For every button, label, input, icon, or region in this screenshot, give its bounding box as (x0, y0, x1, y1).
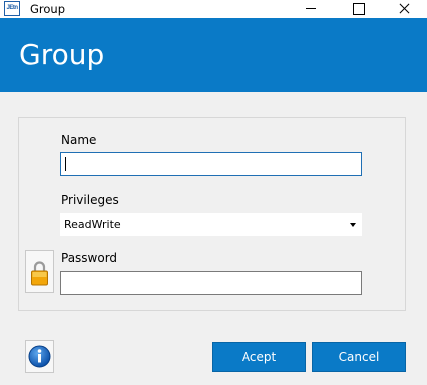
dropdown-arrow-icon[interactable] (350, 223, 356, 227)
text-caret (65, 157, 66, 171)
cancel-button[interactable]: Cancel (312, 342, 406, 372)
lock-icon (25, 250, 54, 293)
info-button[interactable] (25, 340, 54, 373)
window-title: Group (30, 2, 66, 16)
privileges-selected-value: ReadWrite (64, 218, 121, 231)
password-input[interactable] (60, 271, 362, 295)
name-label: Name (61, 133, 97, 147)
close-button[interactable] (381, 0, 427, 18)
minimize-button[interactable] (289, 0, 335, 18)
accept-button[interactable]: Acept (212, 342, 306, 372)
dialog-header: Group (0, 18, 427, 92)
password-label: Password (61, 251, 118, 265)
privileges-label: Privileges (61, 193, 119, 207)
title-bar: JEtn Group (0, 0, 427, 18)
privileges-select[interactable]: ReadWrite (60, 213, 362, 236)
info-icon (28, 345, 51, 368)
header-title: Group (19, 38, 105, 71)
app-icon: JEtn (4, 1, 20, 16)
maximize-button[interactable] (335, 0, 381, 18)
name-input[interactable] (60, 152, 362, 176)
